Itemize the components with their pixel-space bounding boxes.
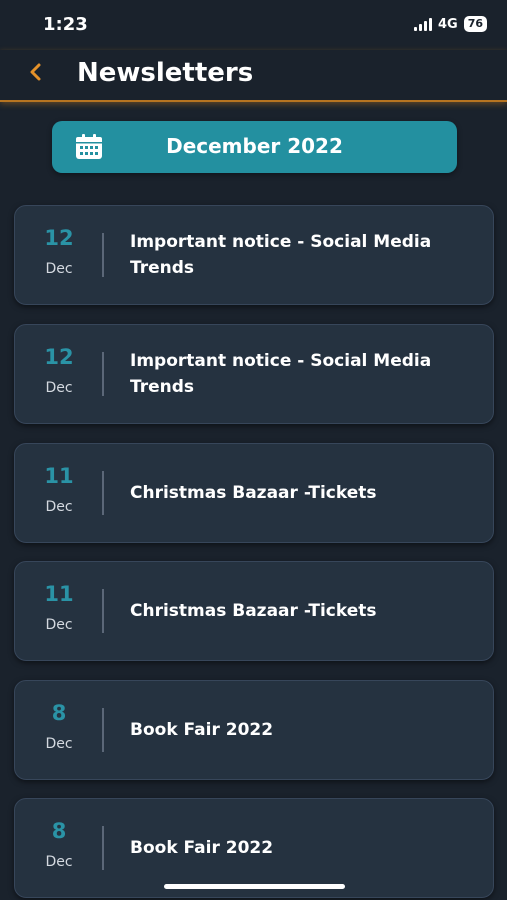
- date-month: Dec: [45, 499, 73, 515]
- newsletter-item[interactable]: 8 Dec Book Fair 2022: [14, 680, 494, 780]
- date-block: 11 Dec: [15, 444, 103, 542]
- newsletter-title: Christmas Bazaar -Tickets: [130, 601, 377, 621]
- newsletter-item[interactable]: 11 Dec Christmas Bazaar -Tickets: [14, 443, 494, 543]
- newsletter-item[interactable]: 11 Dec Christmas Bazaar -Tickets: [14, 561, 494, 661]
- divider: [102, 352, 104, 396]
- network-type: 4G: [437, 16, 458, 32]
- date-month: Dec: [45, 854, 73, 870]
- date-month: Dec: [45, 736, 73, 752]
- date-block: 8 Dec: [15, 681, 103, 779]
- date-day: 12: [44, 226, 74, 250]
- newsletter-item[interactable]: 12 Dec Important notice - Social Media T…: [14, 205, 494, 305]
- date-month: Dec: [45, 261, 73, 277]
- newsletter-title: Christmas Bazaar -Tickets: [130, 483, 377, 503]
- page-title: Newsletters: [77, 58, 254, 88]
- date-block: 8 Dec: [15, 799, 103, 897]
- date-day: 12: [44, 345, 74, 369]
- divider: [102, 471, 104, 515]
- signal-icon: [413, 17, 432, 31]
- status-bar: 1:23 4G 76: [0, 0, 507, 50]
- date-day: 8: [51, 819, 67, 843]
- status-indicators: 4G 76: [413, 16, 487, 32]
- newsletter-title: Important notice - Social Media Trends: [130, 351, 432, 397]
- app-header: Newsletters: [0, 50, 507, 102]
- divider: [102, 233, 104, 277]
- newsletter-title: Important notice - Social Media Trends: [130, 232, 432, 278]
- back-button[interactable]: [24, 59, 48, 85]
- chevron-left-icon: [30, 63, 41, 81]
- newsletter-item[interactable]: 12 Dec Important notice - Social Media T…: [14, 324, 494, 424]
- newsletter-title: Book Fair 2022: [130, 720, 274, 740]
- date-day: 8: [51, 701, 67, 725]
- newsletter-item[interactable]: 8 Dec Book Fair 2022: [14, 798, 494, 898]
- date-day: 11: [44, 582, 74, 606]
- month-label: December 2022: [166, 134, 343, 158]
- date-month: Dec: [45, 617, 73, 633]
- date-block: 12 Dec: [15, 206, 103, 304]
- date-block: 12 Dec: [15, 325, 103, 423]
- month-selector-button[interactable]: December 2022: [52, 121, 457, 173]
- date-block: 11 Dec: [15, 562, 103, 660]
- newsletter-title: Book Fair 2022: [130, 838, 274, 858]
- battery-icon: 76: [463, 16, 487, 32]
- home-indicator[interactable]: [164, 884, 345, 889]
- divider: [102, 708, 104, 752]
- divider: [102, 589, 104, 633]
- date-month: Dec: [45, 380, 73, 396]
- status-time: 1:23: [43, 14, 88, 35]
- date-day: 11: [44, 464, 74, 488]
- newsletters-screen: 1:23 4G 76 Newsletters December 2022 12 …: [0, 0, 507, 900]
- divider: [102, 826, 104, 870]
